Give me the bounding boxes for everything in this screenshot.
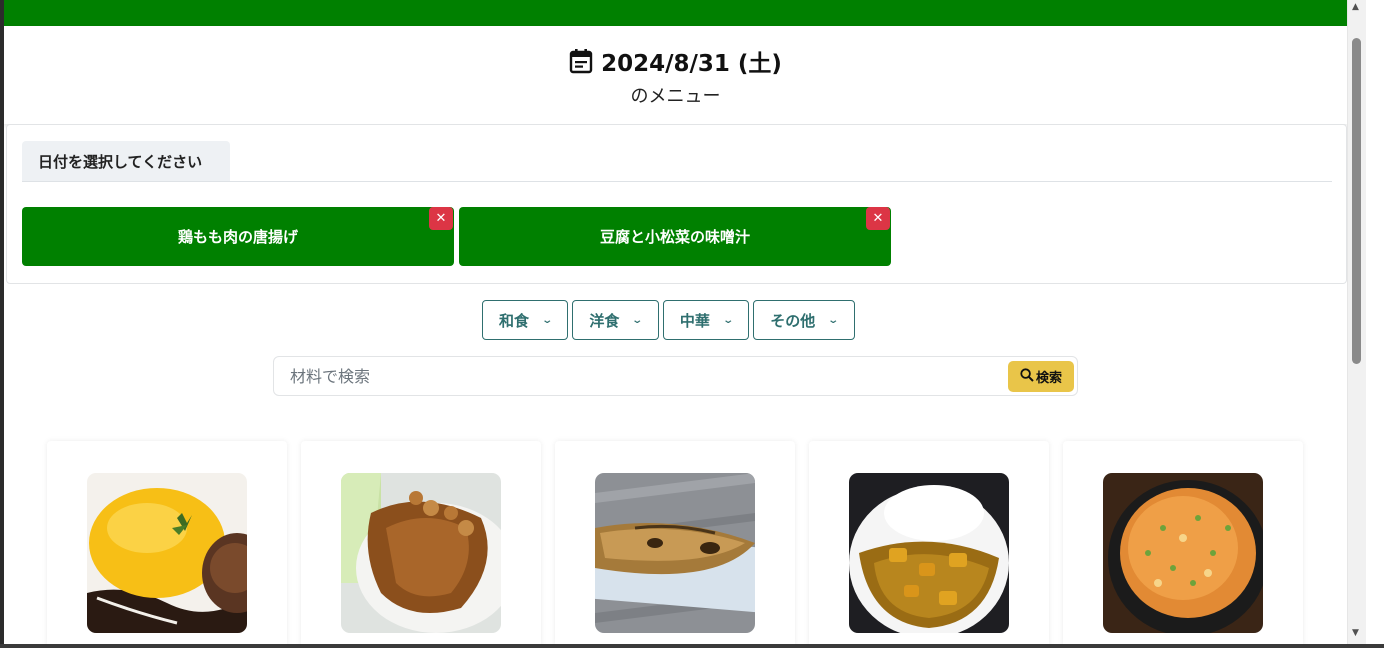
- calendar-icon: [569, 48, 593, 74]
- vertical-scrollbar[interactable]: ▲ ▼: [1347, 0, 1366, 644]
- recipe-card[interactable]: [555, 441, 795, 648]
- recipe-card[interactable]: [809, 441, 1049, 648]
- ingredient-search-bar: 検索: [273, 356, 1078, 396]
- recipe-card[interactable]: [47, 441, 287, 648]
- recipe-photo-pork[interactable]: [341, 473, 501, 633]
- date-header: 2024/8/31 (土) のメニュー: [4, 26, 1347, 124]
- scroll-down-icon[interactable]: ▼: [1352, 628, 1359, 638]
- category-dropdown-yoshoku[interactable]: 洋食 ⌄: [572, 300, 659, 340]
- top-navbar: [4, 0, 1347, 26]
- window-border-left: [0, 0, 4, 648]
- remove-dish-button[interactable]: ✕: [866, 207, 890, 230]
- tab-select-date[interactable]: 日付を選択してください: [22, 141, 230, 181]
- selected-dish-button[interactable]: 鶏もも肉の唐揚げ: [22, 207, 454, 266]
- search-button[interactable]: 検索: [1008, 361, 1074, 392]
- scroll-up-icon[interactable]: ▲: [1352, 2, 1359, 12]
- recipe-card[interactable]: [301, 441, 541, 648]
- recipe-photo-mackerel[interactable]: [595, 473, 755, 633]
- recipe-card[interactable]: [1063, 441, 1303, 648]
- chevron-down-icon: ⌄: [827, 314, 840, 326]
- tab-divider: [22, 181, 1332, 182]
- category-label: 和食: [499, 311, 530, 330]
- search-button-label: 検索: [1035, 371, 1062, 386]
- category-dropdown-washoku[interactable]: 和食 ⌄: [482, 300, 569, 340]
- menu-subtitle: のメニュー: [630, 86, 721, 107]
- category-dropdown-other[interactable]: その他 ⌄: [753, 300, 855, 340]
- recipe-photo-curry[interactable]: [849, 473, 1009, 633]
- category-filter-row: 和食 ⌄ 洋食 ⌄ 中華 ⌄ その他 ⌄: [482, 300, 855, 340]
- category-dropdown-chuka[interactable]: 中華 ⌄: [662, 300, 750, 340]
- window-border-bottom: [0, 644, 1384, 648]
- recipe-photo-fried-rice[interactable]: [1103, 473, 1263, 633]
- menu-date: 2024/8/31 (土): [601, 51, 782, 77]
- chevron-down-icon: ⌄: [541, 314, 554, 326]
- selected-menu-panel: 日付を選択してください 鶏もも肉の唐揚げ ✕ 豆腐と小松菜の味噌汁 ✕: [6, 124, 1347, 284]
- window-margin: [1366, 0, 1384, 648]
- chevron-down-icon: ⌄: [631, 314, 644, 326]
- app-window: 2024/8/31 (土) のメニュー 日付を選択してください 鶏もも肉の唐揚げ…: [0, 0, 1384, 648]
- category-label: その他: [770, 311, 816, 330]
- remove-dish-button[interactable]: ✕: [429, 207, 453, 230]
- category-label: 中華: [679, 311, 710, 330]
- search-icon: [1020, 367, 1034, 386]
- category-label: 洋食: [589, 311, 620, 330]
- date-row: 2024/8/31 (土): [4, 44, 1347, 78]
- selected-dish-button[interactable]: 豆腐と小松菜の味噌汁: [459, 207, 891, 266]
- ingredient-search-input[interactable]: [275, 358, 1005, 394]
- chevron-down-icon: ⌄: [722, 314, 734, 326]
- scrollbar-thumb[interactable]: [1352, 38, 1361, 364]
- recipe-photo-omurice[interactable]: [87, 473, 247, 633]
